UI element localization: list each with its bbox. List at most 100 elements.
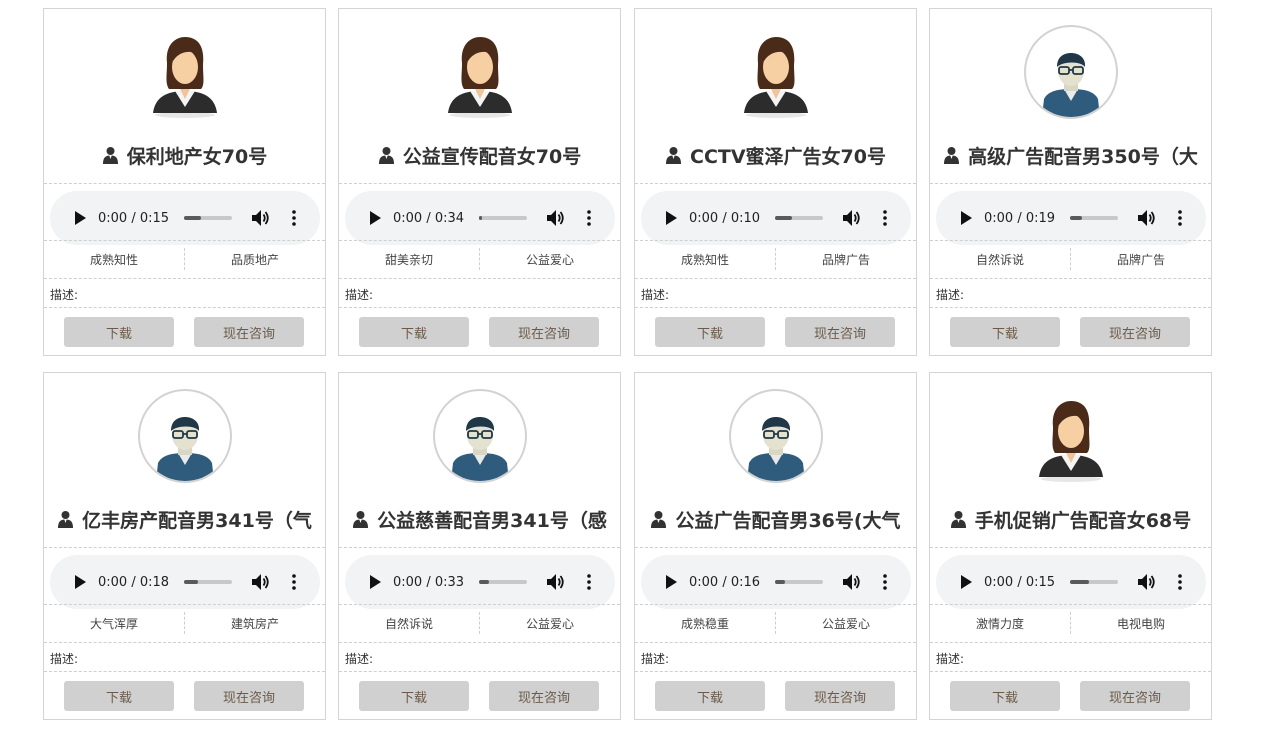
download-button[interactable]: 下载: [64, 681, 174, 711]
divider: [44, 642, 325, 643]
audio-progress-bar[interactable]: [775, 216, 823, 220]
download-button[interactable]: 下载: [359, 681, 469, 711]
audio-progress-fill: [184, 580, 199, 584]
audio-player[interactable]: 0:00 / 0:18: [50, 555, 320, 609]
audio-progress-bar[interactable]: [1070, 216, 1118, 220]
volume-icon[interactable]: [250, 571, 272, 593]
voice-tags: 自然诉说 公益爱心: [339, 609, 620, 637]
more-options-icon[interactable]: [286, 571, 302, 593]
description-label: 描述:: [50, 288, 79, 302]
female-avatar-icon: [729, 25, 823, 119]
play-icon[interactable]: [657, 204, 685, 232]
consult-now-button[interactable]: 现在咨询: [489, 681, 599, 711]
description-label: 描述:: [936, 288, 965, 302]
divider: [339, 240, 620, 241]
voice-title: CCTV蜜泽广告女70号: [690, 145, 886, 168]
audio-progress-bar[interactable]: [184, 216, 232, 220]
audio-player[interactable]: 0:00 / 0:33: [345, 555, 615, 609]
more-options-icon[interactable]: [581, 571, 597, 593]
tag-category: 公益爱心: [525, 252, 574, 267]
more-options-icon[interactable]: [877, 571, 893, 593]
consult-now-button[interactable]: 现在咨询: [785, 681, 895, 711]
avatar: [930, 389, 1211, 485]
consult-now-button[interactable]: 现在咨询: [1080, 317, 1190, 347]
card-actions: 下载 现在咨询: [44, 681, 325, 711]
more-options-icon[interactable]: [877, 207, 893, 229]
audio-player[interactable]: 0:00 / 0:10: [641, 191, 911, 245]
volume-icon[interactable]: [841, 571, 863, 593]
tag-style: 大气浑厚: [89, 616, 138, 631]
voice-title-row: 保利地产女70号: [44, 139, 325, 171]
audio-progress-bar[interactable]: [1070, 580, 1118, 584]
divider: [635, 642, 916, 643]
audio-player[interactable]: 0:00 / 0:19: [936, 191, 1206, 245]
consult-now-button[interactable]: 现在咨询: [489, 317, 599, 347]
consult-now-button[interactable]: 现在咨询: [785, 317, 895, 347]
audio-progress-bar[interactable]: [479, 580, 527, 584]
consult-now-button[interactable]: 现在咨询: [1080, 681, 1190, 711]
description-label: 描述:: [345, 652, 374, 666]
play-icon[interactable]: [361, 568, 389, 596]
play-icon[interactable]: [657, 568, 685, 596]
download-button[interactable]: 下载: [64, 317, 174, 347]
audio-player[interactable]: 0:00 / 0:15: [50, 191, 320, 245]
volume-icon[interactable]: [545, 207, 567, 229]
divider: [635, 240, 916, 241]
audio-progress-bar[interactable]: [184, 580, 232, 584]
divider: [339, 671, 620, 672]
volume-icon[interactable]: [1136, 571, 1158, 593]
audio-progress-fill: [479, 216, 482, 220]
male-avatar-icon: [432, 389, 527, 483]
voice-tags: 成熟稳重 公益爱心: [635, 609, 916, 637]
audio-time: 0:00 / 0:34: [393, 210, 465, 226]
voice-tags: 激情力度 电视电购: [930, 609, 1211, 637]
audio-time: 0:00 / 0:18: [98, 574, 170, 590]
avatar: [44, 25, 325, 121]
divider: [930, 671, 1211, 672]
more-options-icon[interactable]: [1172, 207, 1188, 229]
download-button[interactable]: 下载: [655, 317, 765, 347]
voice-title-row: 亿丰房产配音男341号（气: [44, 503, 325, 535]
divider: [635, 547, 916, 548]
play-icon[interactable]: [66, 568, 94, 596]
tag-style: 甜美亲切: [384, 252, 433, 267]
audio-time: 0:00 / 0:19: [984, 210, 1056, 226]
user-icon: [102, 146, 119, 164]
download-button[interactable]: 下载: [655, 681, 765, 711]
female-avatar-icon: [1024, 389, 1118, 483]
voice-title: 亿丰房产配音男341号（气: [82, 509, 312, 532]
divider: [339, 547, 620, 548]
audio-player[interactable]: 0:00 / 0:34: [345, 191, 615, 245]
tag-style: 成熟稳重: [680, 616, 729, 631]
volume-icon[interactable]: [841, 207, 863, 229]
audio-progress-fill: [775, 580, 785, 584]
voice-title: 高级广告配音男350号（大: [968, 145, 1198, 168]
download-button[interactable]: 下载: [950, 317, 1060, 347]
voice-card: 保利地产女70号 0:00 / 0:15 成熟知性 品质地产 描述: 下载 现在…: [43, 8, 326, 356]
description-label: 描述:: [641, 652, 670, 666]
consult-now-button[interactable]: 现在咨询: [194, 317, 304, 347]
download-button[interactable]: 下载: [359, 317, 469, 347]
voice-title: 保利地产女70号: [126, 145, 268, 168]
audio-player[interactable]: 0:00 / 0:15: [936, 555, 1206, 609]
volume-icon[interactable]: [545, 571, 567, 593]
audio-time: 0:00 / 0:15: [984, 574, 1056, 590]
play-icon[interactable]: [952, 568, 980, 596]
more-options-icon[interactable]: [1172, 571, 1188, 593]
voice-title: 手机促销广告配音女68号: [974, 509, 1192, 532]
more-options-icon[interactable]: [286, 207, 302, 229]
audio-progress-bar[interactable]: [479, 216, 527, 220]
voice-tags: 甜美亲切 公益爱心: [339, 245, 620, 273]
voice-title-row: 手机促销广告配音女68号: [930, 503, 1211, 535]
play-icon[interactable]: [361, 204, 389, 232]
volume-icon[interactable]: [250, 207, 272, 229]
play-icon[interactable]: [952, 204, 980, 232]
play-icon[interactable]: [66, 204, 94, 232]
audio-player[interactable]: 0:00 / 0:16: [641, 555, 911, 609]
consult-now-button[interactable]: 现在咨询: [194, 681, 304, 711]
male-avatar-icon: [728, 389, 823, 483]
more-options-icon[interactable]: [581, 207, 597, 229]
audio-progress-bar[interactable]: [775, 580, 823, 584]
volume-icon[interactable]: [1136, 207, 1158, 229]
download-button[interactable]: 下载: [950, 681, 1060, 711]
